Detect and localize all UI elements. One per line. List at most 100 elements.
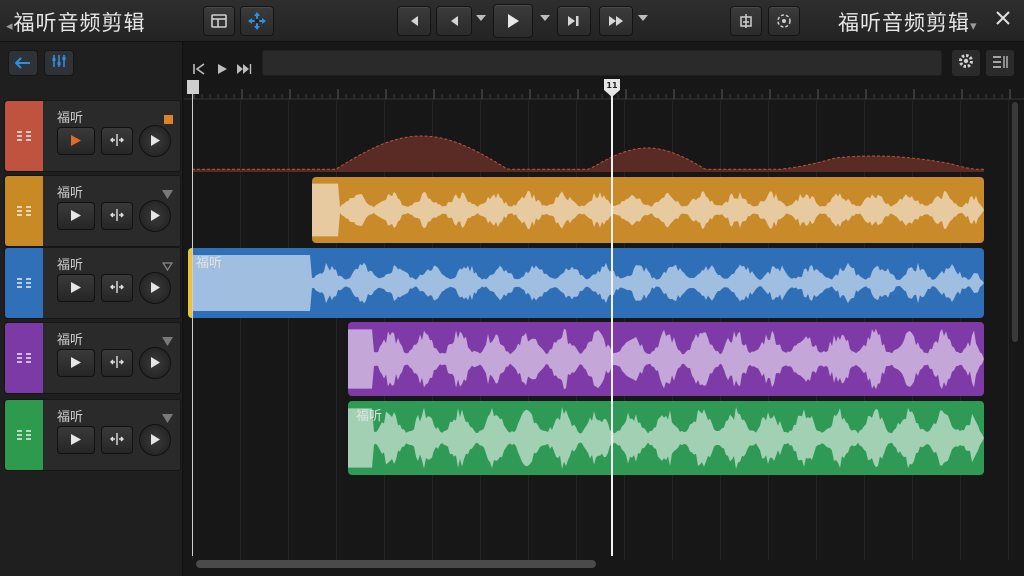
track-lines-icon [16,426,32,445]
track-menu-triangle-icon[interactable] [162,184,173,203]
app-title-right-text: 福听音频剪辑 [838,11,970,35]
track-header[interactable]: 福听 [4,247,181,319]
track-menu-triangle-icon[interactable] [161,256,174,275]
playhead-line[interactable] [611,84,613,556]
horizontal-scrollbar[interactable] [196,560,596,568]
step-back-button[interactable] [436,6,472,36]
split-icon [109,207,125,226]
vertical-scrollbar[interactable] [1012,102,1018,342]
mini-play-icon[interactable] [216,60,228,79]
track-color-strip[interactable] [5,248,43,318]
move-tool-button[interactable] [240,6,274,36]
track-lines-icon [16,349,32,368]
close-icon [995,10,1011,30]
track-preview-button[interactable] [139,347,171,379]
app-title-right[interactable]: 福听音频剪辑▾ [838,7,978,37]
step-back-icon [448,15,460,27]
track-header[interactable]: 福听 [4,100,181,172]
step-back-dropdown-icon[interactable] [476,15,486,21]
track-play-button[interactable] [57,349,95,377]
timeline-scrub-bar[interactable] [262,50,942,76]
skip-back-icon [408,15,420,27]
audio-clip[interactable] [312,177,984,243]
track-lanes: 福听 福听 [184,100,1024,560]
gear-icon [957,52,975,74]
track-header[interactable]: 福听 [4,175,181,247]
track-color-strip[interactable] [5,176,43,246]
track-play-button[interactable] [57,426,95,454]
fast-forward-button[interactable] [599,6,633,36]
return-to-start-icon[interactable] [192,60,206,79]
track-header-panel: 福听 福听 福听 福听 福听 [0,42,183,576]
track-split-button[interactable] [101,202,133,230]
volume-envelope-clip[interactable] [192,126,984,172]
track-header[interactable]: 福听 [4,399,181,471]
jump-to-marker-button[interactable] [557,6,591,36]
close-button[interactable] [990,7,1016,33]
loop-settings-button[interactable] [768,6,800,36]
snap-icon [738,13,754,29]
record-arm-icon[interactable] [164,109,173,128]
track-name: 福听 [57,186,84,201]
window-layout-icon [211,14,227,28]
mixer-button[interactable] [44,50,74,76]
track-name: 福听 [57,258,84,273]
audio-clip[interactable] [348,322,984,396]
track-play-button[interactable] [57,127,95,155]
cursor-move-icon [247,11,267,31]
window-layout-button[interactable] [203,6,235,36]
track-color-strip[interactable] [5,400,43,470]
chevron-left-icon: ◂ [6,19,14,34]
playhead-marker-label: 11 [606,81,618,90]
track-split-button[interactable] [101,426,133,454]
mixer-icon [51,53,67,73]
back-arrow-icon [14,54,31,73]
start-marker-handle[interactable] [187,80,199,94]
track-preview-button[interactable] [139,272,171,304]
audio-clip[interactable]: 福听 [188,248,984,318]
clip-label: 福听 [356,409,383,424]
track-header[interactable]: 福听 [4,322,181,394]
play-icon [149,279,161,298]
play-icon [70,279,82,298]
loop-settings-icon [775,12,793,30]
track-preview-button[interactable] [139,125,171,157]
play-icon [70,132,82,151]
snap-button[interactable] [730,6,762,36]
split-icon [109,279,125,298]
play-icon [149,132,161,151]
clip-label: 福听 [196,256,223,271]
track-lines-icon [16,127,32,146]
split-icon [109,431,125,450]
audio-clip[interactable]: 福听 [348,401,984,475]
app-title-left-text: 福听音频剪辑 [13,11,146,35]
track-split-button[interactable] [101,274,133,302]
fast-forward-dropdown-icon[interactable] [638,15,648,21]
jump-to-marker-icon [567,15,581,27]
chevron-down-icon: ▾ [970,19,978,34]
skip-back-button[interactable] [397,6,431,36]
timeline-settings-button[interactable] [952,50,980,76]
track-play-button[interactable] [57,202,95,230]
track-color-strip[interactable] [5,101,43,171]
track-split-button[interactable] [101,127,133,155]
play-dropdown-icon[interactable] [540,15,550,21]
play-button[interactable] [493,4,533,38]
back-button[interactable] [8,50,38,76]
app-title-left[interactable]: ◂福听音频剪辑 [6,7,146,37]
play-icon [149,354,161,373]
list-settings-icon [992,54,1008,73]
track-options-button[interactable] [986,50,1014,76]
track-color-strip[interactable] [5,323,43,393]
mini-fast-forward-icon[interactable] [236,60,252,79]
track-preview-button[interactable] [139,200,171,232]
track-name: 福听 [57,111,84,126]
track-menu-triangle-icon[interactable] [162,408,173,427]
track-name: 福听 [57,333,84,348]
track-split-button[interactable] [101,349,133,377]
track-preview-button[interactable] [139,424,171,456]
track-play-button[interactable] [57,274,95,302]
track-menu-triangle-icon[interactable] [162,331,173,350]
track-name: 福听 [57,410,84,425]
play-icon [149,207,161,226]
